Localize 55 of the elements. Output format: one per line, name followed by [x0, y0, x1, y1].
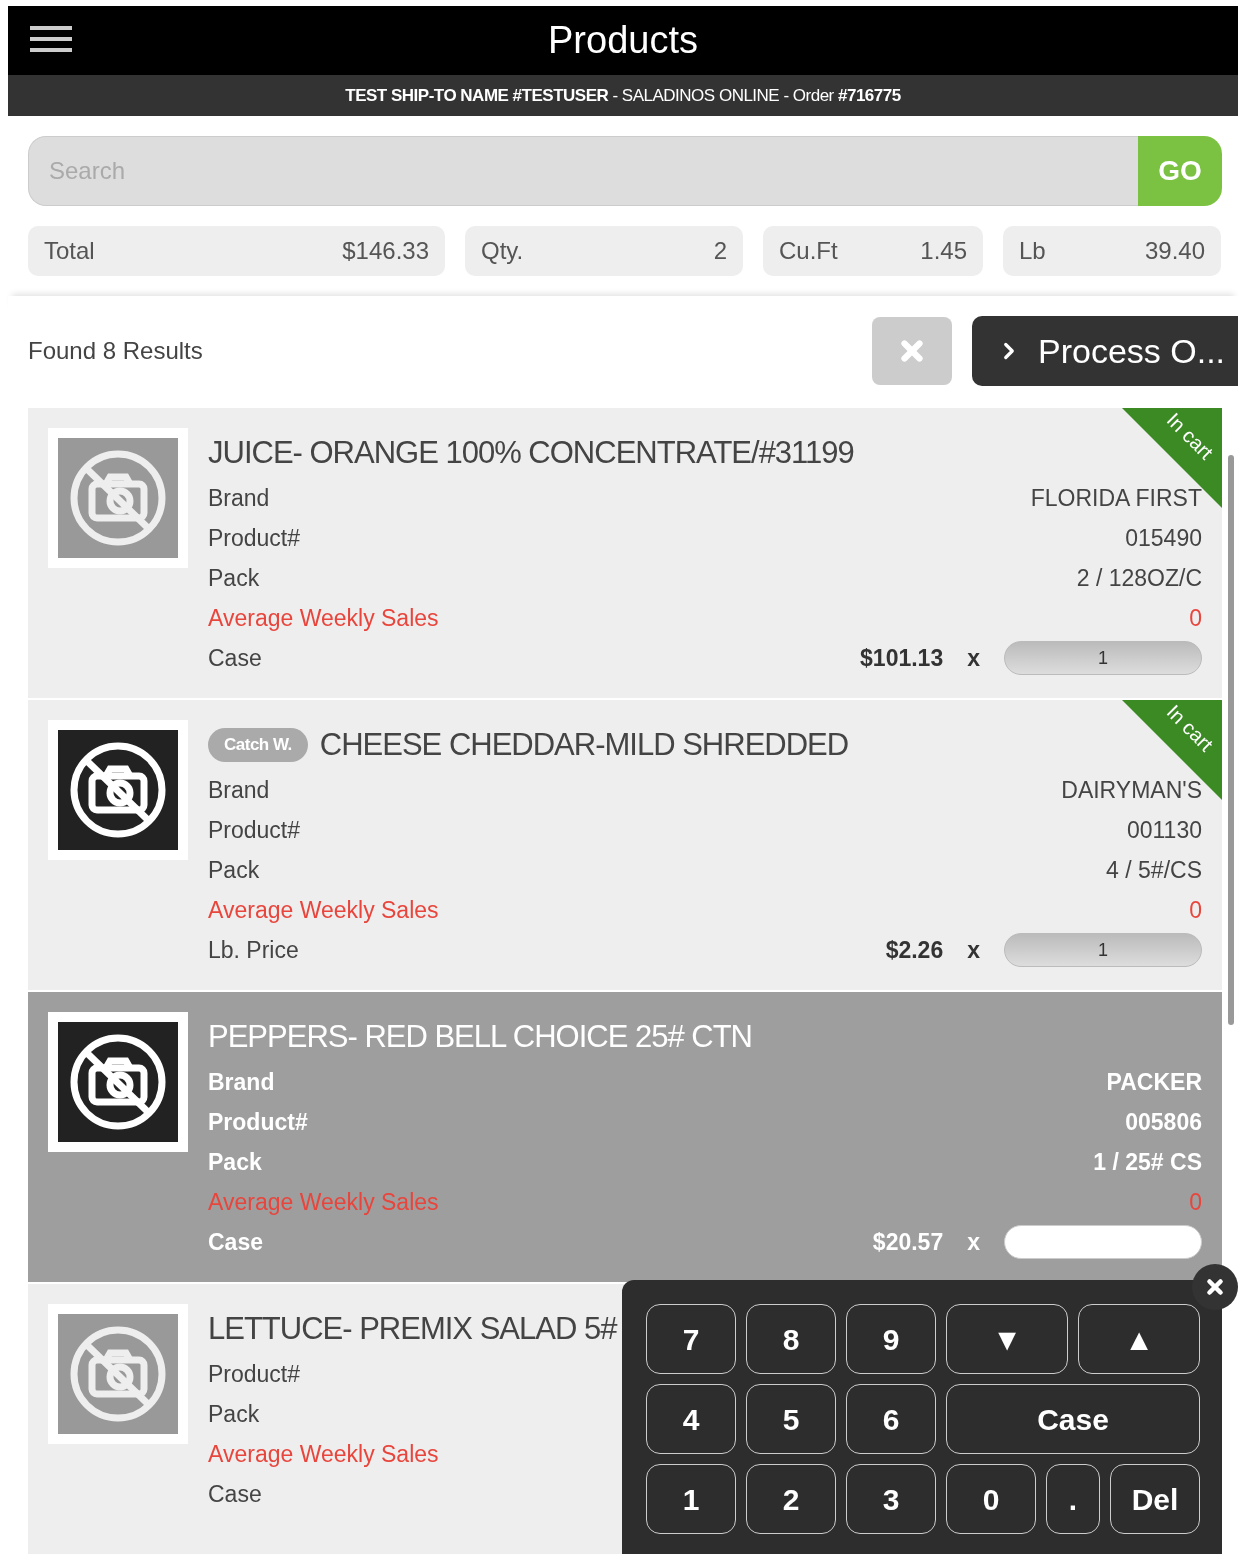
- times-sign: x: [967, 935, 980, 965]
- in-cart-label: In cart: [1161, 699, 1219, 757]
- total-label: Qty.: [481, 236, 524, 266]
- attribute-label: Pack: [208, 563, 260, 593]
- price-label: Lb. Price: [208, 935, 299, 965]
- attribute-label: Product#: [208, 1359, 301, 1389]
- price: $20.57: [872, 1227, 944, 1257]
- total-value: $146.33: [342, 236, 429, 266]
- order-info: TEST SHIP-TO NAME #TESTUSER - SALADINOS ONLINE - Order #716775: [345, 84, 901, 107]
- total-label: Total: [44, 236, 95, 266]
- attribute-value: 015490: [1125, 523, 1202, 553]
- product-title: CHEESE CHEDDAR-MILD SHREDDED: [319, 725, 849, 764]
- attribute-label: Product#: [208, 815, 301, 845]
- attribute-value: FLORIDA FIRST: [1030, 483, 1202, 513]
- attribute-value: 4 / 5#/CS: [1106, 855, 1202, 885]
- total-label: Lb: [1019, 236, 1046, 266]
- price-label: Case: [208, 1227, 263, 1257]
- times-sign: x: [967, 643, 980, 673]
- in-cart-label: In cart: [1161, 407, 1219, 465]
- attribute-label: Product#: [208, 1107, 308, 1137]
- attribute-value: 0: [1189, 1187, 1202, 1217]
- page-title: Products: [548, 18, 698, 63]
- price-label: Case: [208, 643, 262, 673]
- attribute-value: PACKER: [1106, 1067, 1202, 1097]
- times-sign: x: [967, 1227, 980, 1257]
- catch-weight-badge: Catch W.: [208, 728, 308, 762]
- attribute-label: Average Weekly Sales: [208, 1439, 439, 1469]
- attribute-label: Brand: [208, 775, 270, 805]
- price-label: Case: [208, 1479, 262, 1509]
- total-label: Cu.Ft: [779, 236, 838, 266]
- attribute-value: 1 / 25# CS: [1093, 1147, 1202, 1177]
- total-value: 39.40: [1144, 236, 1205, 266]
- attribute-label: Brand: [208, 483, 270, 513]
- attribute-label: Pack: [208, 1399, 260, 1429]
- total-value: 2: [713, 236, 727, 266]
- attribute-label: Average Weekly Sales: [208, 603, 439, 633]
- attribute-value: DAIRYMAN'S: [1061, 775, 1202, 805]
- attribute-label: Pack: [208, 1147, 262, 1177]
- attribute-label: Product#: [208, 523, 301, 553]
- attribute-label: Average Weekly Sales: [208, 895, 439, 925]
- attribute-label: Average Weekly Sales: [208, 1187, 439, 1217]
- price: $2.26: [885, 935, 944, 965]
- total-value: 1.45: [920, 236, 967, 266]
- attribute-value: 0: [1189, 895, 1202, 925]
- attribute-value: 2 / 128OZ/C: [1076, 563, 1202, 593]
- price: $101.13: [860, 643, 944, 673]
- attribute-label: Brand: [208, 1067, 275, 1097]
- attribute-value: 005806: [1125, 1107, 1202, 1137]
- attribute-value: 0: [1189, 603, 1202, 633]
- attribute-label: Pack: [208, 855, 260, 885]
- product-title: JUICE- ORANGE 100% CONCENTRATE/#31199: [208, 433, 854, 472]
- results-count: Found 8 Results: [28, 336, 204, 366]
- product-title: PEPPERS- RED BELL CHOICE 25# CTN: [208, 1017, 752, 1056]
- attribute-value: 001130: [1126, 815, 1202, 845]
- product-title: LETTUCE- PREMIX SALAD 5#: [208, 1309, 617, 1348]
